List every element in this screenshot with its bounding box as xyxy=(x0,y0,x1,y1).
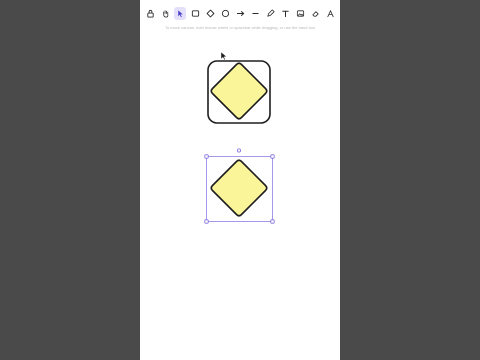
drawing-canvas[interactable]: To move canvas, hold mouse wheel or spac… xyxy=(140,0,340,360)
rotation-handle[interactable] xyxy=(237,148,242,153)
drawing-scene xyxy=(204,51,275,224)
selected-shape-group[interactable] xyxy=(204,148,275,224)
resize-handle-top-right[interactable] xyxy=(270,154,275,159)
resize-handle-bottom-left[interactable] xyxy=(204,219,209,224)
diamond-shape-selected[interactable] xyxy=(210,159,268,217)
resize-handle-bottom-right[interactable] xyxy=(270,219,275,224)
mouse-cursor-icon xyxy=(220,51,227,61)
resize-handle-top-left[interactable] xyxy=(204,154,209,159)
shape-group-top[interactable] xyxy=(207,60,271,124)
